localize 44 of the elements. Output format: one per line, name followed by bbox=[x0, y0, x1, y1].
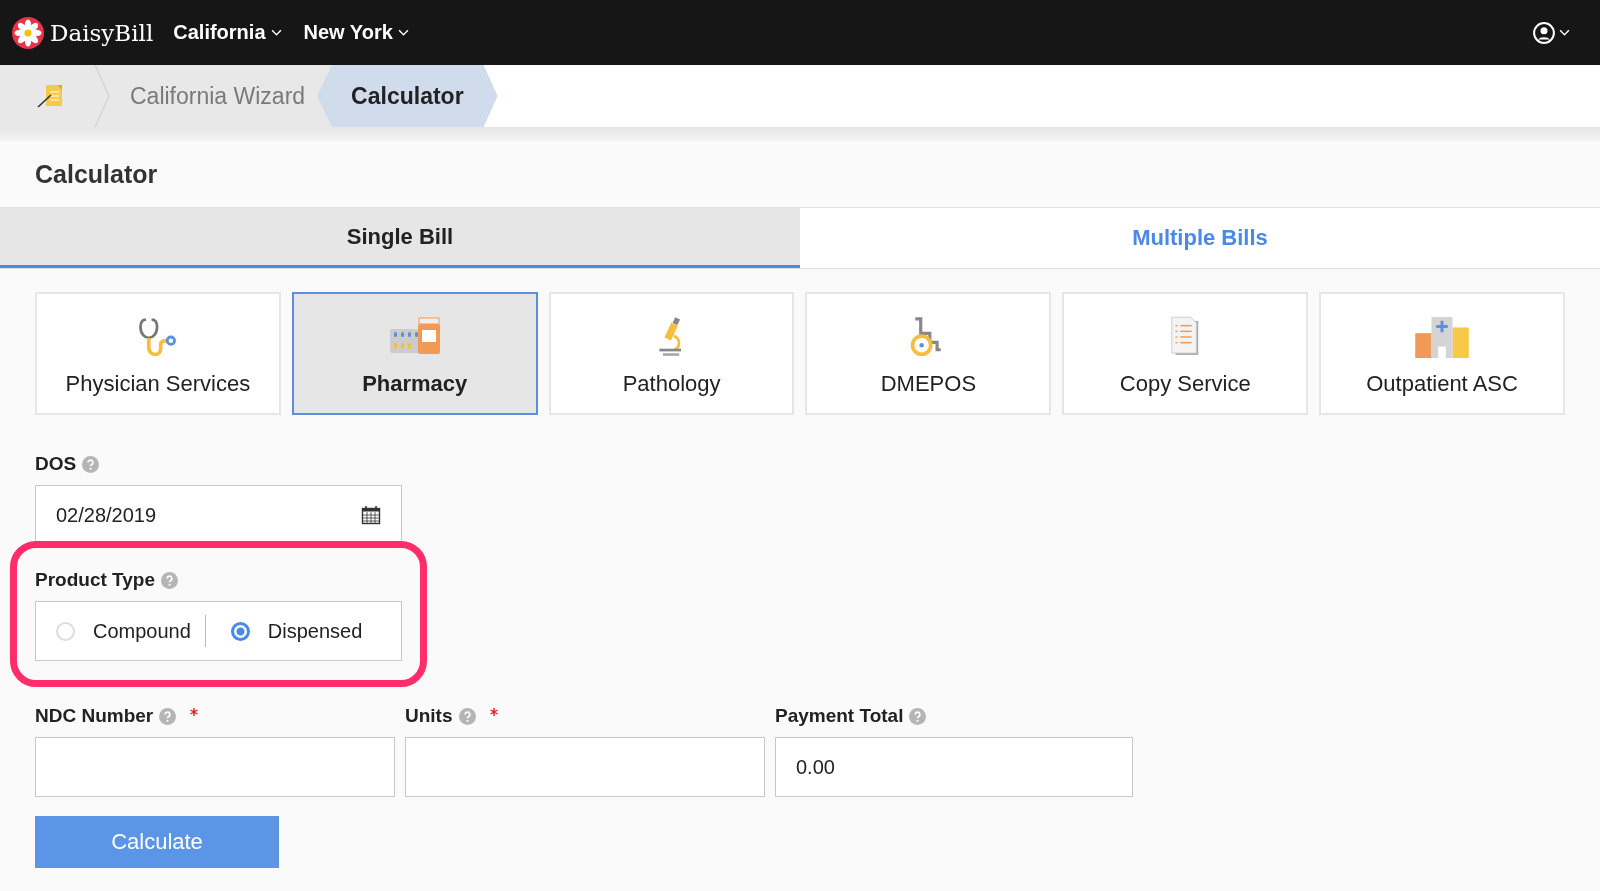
caret-icon bbox=[270, 29, 282, 36]
tab[interactable]: Single Bill bbox=[0, 208, 800, 268]
page-title: Calculator bbox=[35, 159, 158, 189]
card-label: Pharmacy bbox=[362, 370, 468, 397]
breadcrumb-item[interactable]: California Wizard bbox=[110, 65, 318, 127]
breadcrumb-item[interactable]: Calculator bbox=[317, 65, 498, 127]
card-label: Outpatient ASC bbox=[1366, 370, 1518, 397]
help-icon[interactable] bbox=[159, 707, 177, 725]
input-field[interactable] bbox=[35, 737, 395, 797]
field-label: DOS bbox=[35, 453, 77, 475]
card-label: Copy Service bbox=[1119, 370, 1251, 397]
bill-type-card[interactable]: DMEPOS bbox=[805, 292, 1052, 415]
card-label: DMEPOS bbox=[880, 370, 977, 397]
input-field[interactable] bbox=[405, 737, 765, 797]
nav-menu[interactable]: California bbox=[173, 21, 282, 44]
bill-type-card[interactable]: Outpatient ASC bbox=[1319, 292, 1565, 415]
user-icon bbox=[1533, 21, 1555, 44]
card-label: Pathology bbox=[622, 370, 721, 397]
bill-type-card[interactable]: Copy Service bbox=[1062, 292, 1309, 415]
caret-icon bbox=[397, 29, 409, 36]
input-field[interactable]: 0.00 bbox=[775, 737, 1133, 797]
radio-label[interactable]: Dispensed bbox=[267, 619, 363, 643]
field-label: Payment Total bbox=[775, 705, 904, 727]
bill-type-card[interactable]: Pharmacy bbox=[291, 292, 538, 415]
date-value: 02/28/2019 bbox=[56, 503, 157, 527]
user-menu-button[interactable] bbox=[1533, 21, 1570, 44]
help-icon[interactable] bbox=[909, 707, 927, 725]
field-label: Product Type bbox=[35, 569, 155, 591]
caret-icon bbox=[1559, 29, 1570, 36]
help-icon[interactable] bbox=[161, 571, 178, 589]
radio-label[interactable]: Compound bbox=[93, 619, 191, 643]
help-icon[interactable] bbox=[82, 455, 100, 473]
help-icon[interactable] bbox=[458, 707, 476, 725]
bill-type-card[interactable]: Pathology bbox=[548, 292, 795, 415]
field-label: Units bbox=[405, 705, 453, 727]
brand-name[interactable]: DaisyBill bbox=[50, 19, 154, 46]
nav-menu[interactable]: New York bbox=[303, 21, 409, 44]
field-label: NDC Number bbox=[35, 705, 154, 727]
hospital-building-icon bbox=[1413, 314, 1472, 359]
flower-logo-icon bbox=[12, 16, 44, 49]
bill-type-card[interactable]: Physician Services bbox=[35, 292, 281, 415]
radio-button[interactable] bbox=[230, 621, 250, 641]
calendar-icon[interactable] bbox=[361, 505, 381, 525]
card-label: Physician Services bbox=[65, 370, 251, 397]
